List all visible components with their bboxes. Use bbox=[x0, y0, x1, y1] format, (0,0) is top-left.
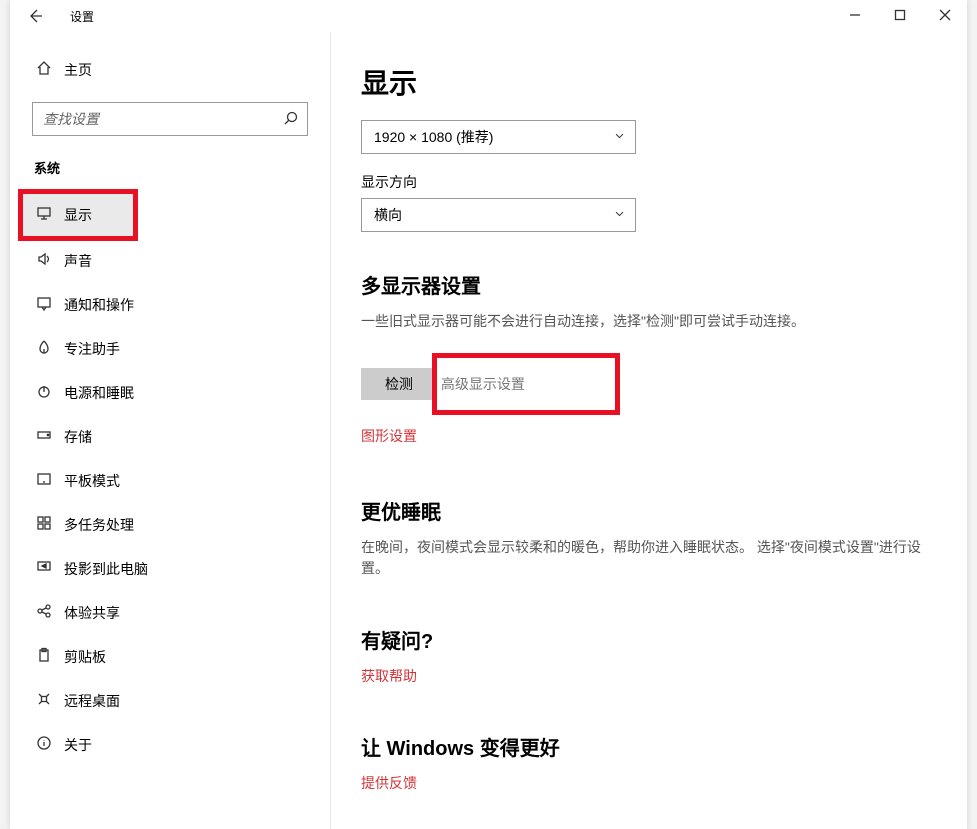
detect-button[interactable]: 检测 bbox=[361, 368, 437, 400]
sidebar-item-tablet[interactable]: 平板模式 bbox=[10, 459, 330, 503]
sidebar-section-title: 系统 bbox=[10, 158, 330, 177]
questions-heading: 有疑问? bbox=[361, 625, 937, 654]
feedback-link[interactable]: 提供反馈 bbox=[361, 773, 937, 793]
about-icon bbox=[36, 735, 62, 755]
page-title: 显示 bbox=[361, 62, 937, 102]
get-help-link[interactable]: 获取帮助 bbox=[361, 666, 937, 686]
sleep-desc: 在晚间，夜间模式会显示较柔和的暖色，帮助你进入睡眠状态。 选择"夜间模式设置"进… bbox=[361, 537, 937, 579]
sidebar-item-remote[interactable]: 远程桌面 bbox=[10, 679, 330, 723]
tablet-icon bbox=[36, 471, 62, 491]
better-windows-heading: 让 Windows 变得更好 bbox=[361, 732, 937, 761]
sidebar-item-focus[interactable]: 专注助手 bbox=[10, 327, 330, 371]
minimize-button[interactable] bbox=[832, 0, 877, 30]
sidebar-item-label: 剪贴板 bbox=[64, 647, 106, 667]
back-arrow-icon bbox=[27, 8, 43, 24]
notify-icon bbox=[36, 295, 62, 315]
home-link[interactable]: 主页 bbox=[10, 52, 330, 88]
advanced-display-link[interactable]: 高级显示设置 bbox=[437, 358, 615, 410]
back-button[interactable] bbox=[20, 1, 50, 31]
sleep-heading: 更优睡眠 bbox=[361, 496, 937, 525]
sidebar-item-project[interactable]: 投影到此电脑 bbox=[10, 547, 330, 591]
sidebar-item-label: 体验共享 bbox=[64, 603, 120, 623]
home-label: 主页 bbox=[64, 60, 92, 80]
maximize-button[interactable] bbox=[877, 0, 922, 30]
search-icon bbox=[283, 110, 299, 129]
sidebar-item-label: 专注助手 bbox=[64, 339, 120, 359]
sidebar-item-storage[interactable]: 存储 bbox=[10, 415, 330, 459]
sidebar-item-label: 声音 bbox=[64, 251, 92, 271]
sidebar-item-notifications[interactable]: 通知和操作 bbox=[10, 283, 330, 327]
sidebar-item-clipboard[interactable]: 剪贴板 bbox=[10, 635, 330, 679]
sidebar-item-multitask[interactable]: 多任务处理 bbox=[10, 503, 330, 547]
sidebar-item-label: 存储 bbox=[64, 427, 92, 447]
advanced-display-label: 高级显示设置 bbox=[441, 376, 525, 392]
sidebar-item-share[interactable]: 体验共享 bbox=[10, 591, 330, 635]
sidebar-item-sound[interactable]: 声音 bbox=[10, 239, 330, 283]
search-box[interactable] bbox=[32, 102, 308, 136]
multi-monitor-heading: 多显示器设置 bbox=[361, 270, 937, 299]
window-title: 设置 bbox=[70, 8, 94, 25]
multitask-icon bbox=[36, 515, 62, 535]
sidebar-item-label: 投影到此电脑 bbox=[64, 559, 148, 579]
close-button[interactable] bbox=[922, 0, 967, 30]
sidebar-item-label: 关于 bbox=[64, 735, 92, 755]
sound-icon bbox=[36, 251, 62, 271]
remote-icon bbox=[36, 691, 62, 711]
close-icon bbox=[937, 7, 953, 23]
orientation-value: 横向 bbox=[374, 205, 402, 225]
sidebar-item-power[interactable]: 电源和睡眠 bbox=[10, 371, 330, 415]
search-input[interactable] bbox=[43, 111, 283, 127]
home-icon bbox=[36, 60, 60, 81]
resolution-dropdown[interactable]: 1920 × 1080 (推荐) bbox=[361, 120, 636, 154]
project-icon bbox=[36, 559, 62, 579]
orientation-dropdown[interactable]: 横向 bbox=[361, 198, 636, 232]
monitor-icon bbox=[36, 205, 62, 225]
storage-icon bbox=[36, 427, 62, 447]
titlebar: 设置 bbox=[10, 0, 967, 32]
resolution-value: 1920 × 1080 (推荐) bbox=[374, 127, 493, 147]
sidebar-item-label: 电源和睡眠 bbox=[64, 383, 134, 403]
sidebar-item-label: 平板模式 bbox=[64, 471, 120, 491]
clipboard-icon bbox=[36, 647, 62, 667]
share-icon bbox=[36, 603, 62, 623]
sidebar-item-label: 多任务处理 bbox=[64, 515, 134, 535]
focus-icon bbox=[36, 339, 62, 359]
minimize-icon bbox=[847, 7, 863, 23]
sidebar-item-label: 通知和操作 bbox=[64, 295, 134, 315]
sidebar-item-about[interactable]: 关于 bbox=[10, 723, 330, 767]
power-icon bbox=[36, 383, 62, 403]
sidebar-item-label: 远程桌面 bbox=[64, 691, 120, 711]
chevron-down-icon bbox=[614, 130, 625, 144]
graphics-settings-link[interactable]: 图形设置 bbox=[361, 426, 937, 446]
sidebar: 主页 系统 显示 bbox=[10, 32, 330, 829]
multi-monitor-desc: 一些旧式显示器可能不会进行自动连接，选择"检测"即可尝试手动连接。 bbox=[361, 311, 937, 332]
content-pane: 显示 1920 × 1080 (推荐) 显示方向 横向 多显示器设置 一些旧式显… bbox=[330, 32, 967, 829]
sidebar-item-display[interactable]: 显示 bbox=[20, 191, 136, 239]
maximize-icon bbox=[892, 7, 908, 23]
sidebar-item-label: 显示 bbox=[64, 205, 92, 225]
chevron-down-icon bbox=[614, 208, 625, 222]
orientation-label: 显示方向 bbox=[361, 172, 937, 192]
